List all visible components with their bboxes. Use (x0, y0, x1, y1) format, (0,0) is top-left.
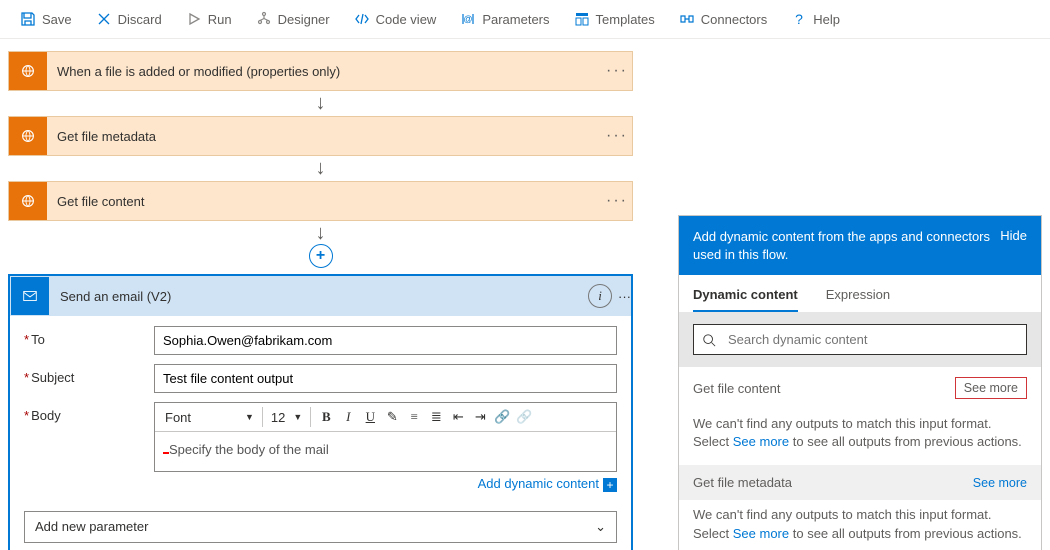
flow-arrow-icon: ↓ (8, 221, 633, 246)
flow-arrow-icon: ↓ (8, 91, 633, 116)
bullets-button[interactable]: ≡ (403, 409, 425, 425)
body-label: *Body (24, 402, 154, 423)
step-menu-button[interactable]: ··· (602, 127, 632, 145)
indent-button[interactable]: ⇥ (469, 409, 491, 425)
step-title: When a file is added or modified (proper… (47, 64, 602, 79)
body-input[interactable]: Specify the body of the mail (155, 432, 616, 471)
designer-button[interactable]: Designer (246, 7, 340, 31)
parameters-button[interactable]: @Parameters (450, 7, 559, 31)
numbering-button[interactable]: ≣ (425, 409, 447, 425)
link-button[interactable]: 🔗 (491, 409, 513, 425)
trigger-step[interactable]: When a file is added or modified (proper… (8, 51, 633, 91)
fontsize-select[interactable]: 12 (267, 403, 289, 431)
dynamic-content-panel: Add dynamic content from the apps and co… (678, 215, 1042, 550)
discard-button[interactable]: Discard (86, 7, 172, 31)
outdent-button[interactable]: ⇤ (447, 409, 469, 425)
connectors-button[interactable]: Connectors (669, 7, 777, 31)
add-step-button[interactable]: + (309, 244, 333, 268)
font-select[interactable]: Font (159, 403, 241, 431)
card-menu-button[interactable]: ··· (618, 289, 631, 304)
card-title: Send an email (V2) (50, 289, 588, 304)
codeview-button[interactable]: Code view (344, 7, 447, 31)
designer-canvas: When a file is added or modified (proper… (0, 39, 1050, 549)
sharepoint-icon (9, 182, 47, 220)
body-editor: Font▼ 12▼ B I U ✎ ≡ ≣ ⇤ ⇥ 🔗 (154, 402, 617, 472)
tab-dynamic-content[interactable]: Dynamic content (693, 287, 798, 312)
add-dynamic-icon[interactable]: + (603, 478, 617, 492)
chevron-down-icon[interactable]: ▼ (241, 412, 258, 422)
search-input[interactable] (726, 331, 1018, 348)
sharepoint-icon (9, 52, 47, 90)
unlink-button[interactable]: 🔗 (513, 409, 535, 425)
toolbar: Save Discard Run Designer Code view @Par… (0, 0, 1050, 39)
info-icon[interactable]: i (588, 284, 612, 308)
sharepoint-icon (9, 117, 47, 155)
svg-text:?: ? (795, 11, 803, 27)
bold-button[interactable]: B (315, 409, 337, 425)
section-get-file-content: Get file content See more (679, 367, 1041, 409)
tab-expression[interactable]: Expression (826, 287, 890, 312)
panel-header-text: Add dynamic content from the apps and co… (693, 228, 990, 263)
no-outputs-note: We can't find any outputs to match this … (679, 409, 1041, 465)
see-more-button[interactable]: See more (955, 377, 1027, 399)
action-step-metadata[interactable]: Get file metadata ··· (8, 116, 633, 156)
chevron-down-icon: ⌄ (595, 519, 606, 535)
flow-arrow-icon: ↓ (8, 156, 633, 181)
step-title: Get file content (47, 194, 602, 209)
to-label: *To (24, 326, 154, 347)
step-title: Get file metadata (47, 129, 602, 144)
help-button[interactable]: ?Help (781, 7, 850, 31)
svg-text:@: @ (464, 14, 473, 24)
subject-label: *Subject (24, 364, 154, 385)
underline-button[interactable]: U (359, 409, 381, 425)
chevron-down-icon[interactable]: ▼ (289, 412, 306, 422)
save-button[interactable]: Save (10, 7, 82, 31)
add-dynamic-content-link[interactable]: Add dynamic content (478, 476, 599, 491)
add-parameter-select[interactable]: Add new parameter ⌄ (24, 511, 617, 543)
outlook-icon (11, 277, 49, 315)
templates-button[interactable]: Templates (564, 7, 665, 31)
see-more-link[interactable]: See more (733, 434, 789, 449)
highlight-button[interactable]: ✎ (381, 409, 403, 425)
run-button[interactable]: Run (176, 7, 242, 31)
step-menu-button[interactable]: ··· (602, 62, 632, 80)
subject-input[interactable] (154, 364, 617, 393)
card-header[interactable]: Send an email (V2) i ··· (10, 276, 631, 316)
rte-toolbar: Font▼ 12▼ B I U ✎ ≡ ≣ ⇤ ⇥ 🔗 (155, 403, 616, 432)
action-step-content[interactable]: Get file content ··· (8, 181, 633, 221)
see-more-link[interactable]: See more (733, 526, 789, 541)
search-icon (702, 333, 716, 347)
hide-panel-button[interactable]: Hide (1000, 228, 1027, 243)
to-input[interactable] (154, 326, 617, 355)
section-get-file-metadata: Get file metadata See more (679, 465, 1041, 500)
no-outputs-note: We can't find any outputs to match this … (679, 500, 1041, 550)
see-more-button[interactable]: See more (973, 476, 1027, 490)
step-menu-button[interactable]: ··· (602, 192, 632, 210)
send-email-card: Send an email (V2) i ··· *To *Subject *B… (8, 274, 633, 550)
italic-button[interactable]: I (337, 409, 359, 425)
